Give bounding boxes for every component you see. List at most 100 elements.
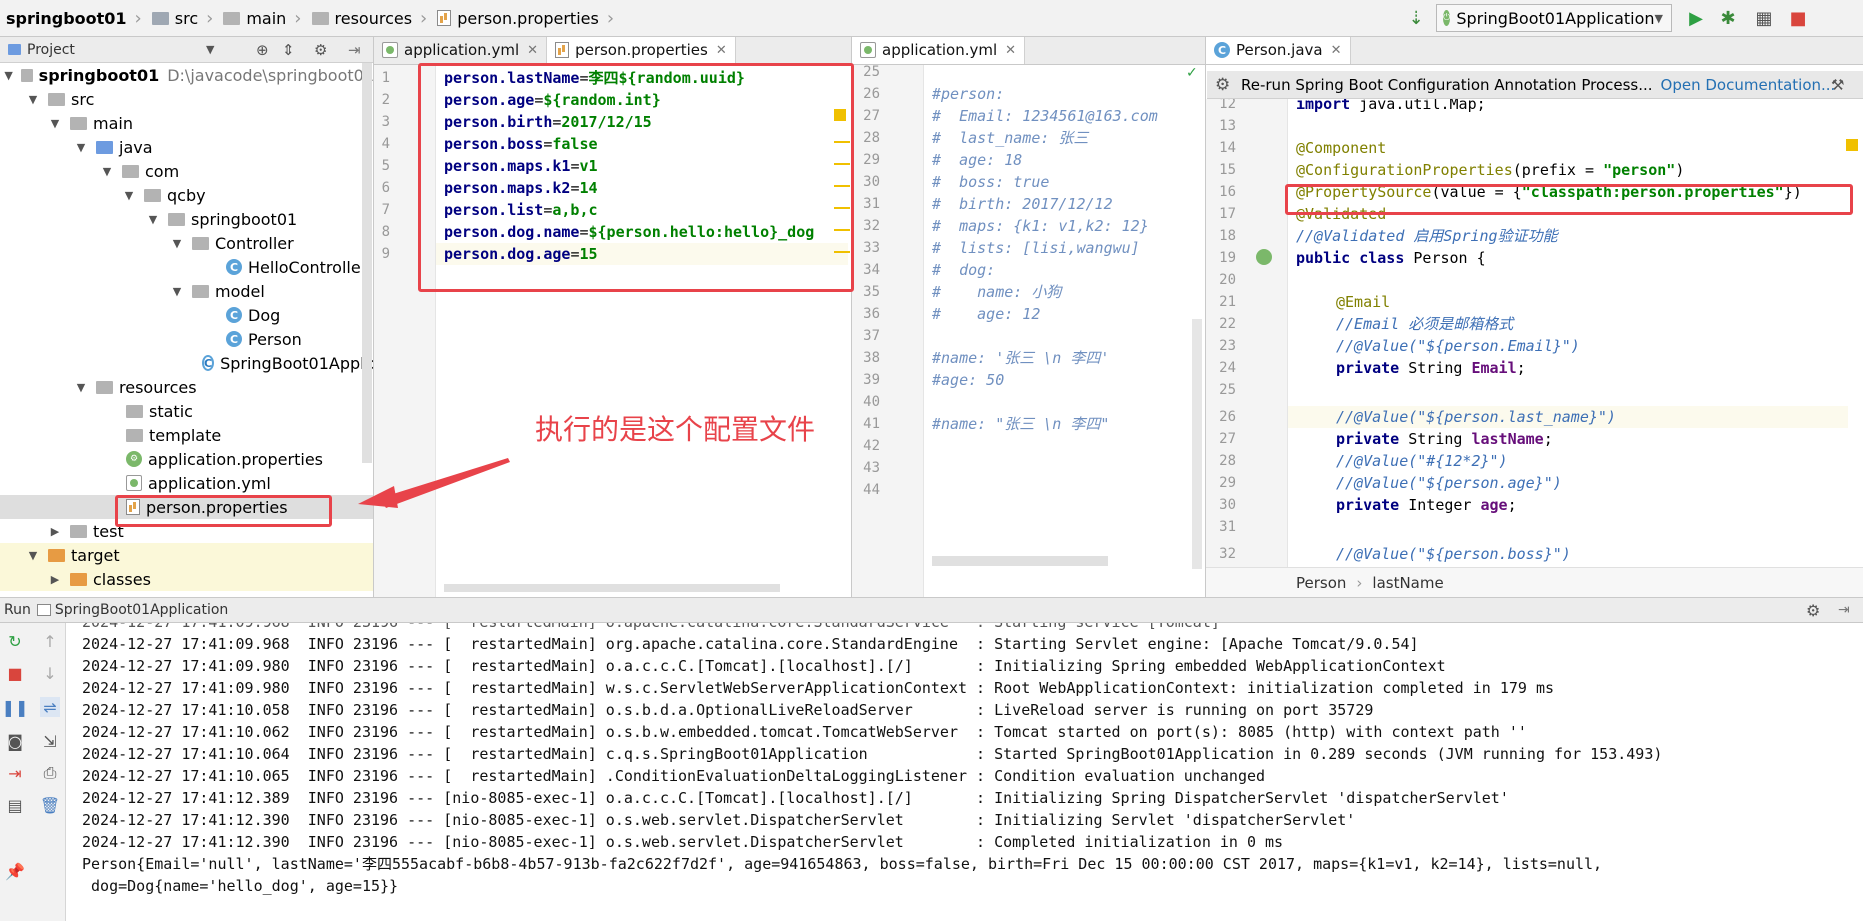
code-line[interactable]: # name: 小狗 [932,281,1061,303]
arrow-down-icon[interactable]: ↓ [40,663,60,683]
code-line[interactable]: private String lastName; [1336,428,1553,450]
warning-stripe[interactable] [834,185,850,187]
run-configuration-select[interactable]: ⏻ SpringBoot01Application ▼ [1436,4,1672,32]
warning-stripe[interactable] [834,207,850,209]
breadcrumb-field[interactable]: lastName [1372,574,1443,592]
tree-item-person-properties[interactable]: person.properties [0,495,373,519]
tree-item-resources[interactable]: ▼ resources [0,375,373,399]
tab-person-java[interactable]: C Person.java ✕ [1206,37,1351,64]
locate-icon[interactable]: ⊕ [256,41,269,59]
vertical-scrollbar[interactable] [1192,319,1202,569]
gear-icon[interactable]: ⚙ [314,41,327,59]
tree-item-target[interactable]: ▼ target [0,543,373,567]
warning-stripe[interactable] [834,229,850,231]
tree-item-controller[interactable]: ▼ Controller [0,231,373,255]
warning-stripe[interactable] [834,163,850,165]
tree-item-application-properties[interactable]: ⚙ application.properties [0,447,373,471]
code-line[interactable]: person.dog.age=15 [444,243,598,265]
close-icon[interactable]: ✕ [716,43,727,58]
code-line[interactable]: person.lastName=李四${random.uuid} [444,67,745,89]
breadcrumb-src[interactable]: src [146,0,202,36]
code-line[interactable]: # lists: [lisi,wangwu] [932,237,1140,259]
tree-item-springboot01-package[interactable]: ▼ springboot01 [0,207,373,231]
code-line[interactable]: @Email [1336,291,1390,313]
pin-icon[interactable]: 📌 [5,861,25,881]
warning-stripe[interactable] [834,251,850,253]
collapse-all-icon[interactable]: ⇕ [282,41,295,59]
code-line[interactable]: # dog: [932,259,995,281]
tree-item-application-yml[interactable]: application.yml [0,471,373,495]
code-line[interactable]: person.boss=false [444,133,598,155]
tab-person-properties[interactable]: person.properties ✕ [547,37,736,64]
warning-indicator[interactable] [834,109,846,121]
camera-icon[interactable]: ◙ [5,731,25,751]
code-line[interactable]: person.list=a,b,c [444,199,598,221]
pause-icon[interactable]: ❚❚ [2,697,29,717]
code-line[interactable]: //@Validated 启用Spring验证功能 [1296,225,1558,247]
breadcrumb-project[interactable]: springboot01 [0,0,131,36]
run-icon[interactable]: ▶ [1686,8,1706,29]
code-line[interactable]: @Validated [1296,203,1386,225]
console-output[interactable]: 2024-12-27 17:41:09.968 INFO 23196 --- [… [66,623,1863,921]
tree-item-person[interactable]: C Person [0,327,373,351]
rerun-icon[interactable]: ↻ [5,631,25,651]
breadcrumb-resources[interactable]: resources [306,0,417,36]
debug-icon[interactable]: ✱ [1718,8,1738,29]
tree-item-com[interactable]: ▼ com [0,159,373,183]
code-line[interactable]: # age: 18 [932,149,1022,171]
tree-item-springboot01application[interactable]: C SpringBoot01Applic [0,351,373,375]
tree-item-static[interactable]: static [0,399,373,423]
coverage-icon[interactable]: ▦ [1754,8,1774,29]
code-line[interactable]: public class Person { [1296,247,1486,269]
close-icon[interactable]: ✕ [1331,43,1342,58]
tree-item-test[interactable]: ▶ test [0,519,373,543]
horizontal-scrollbar[interactable] [932,556,1108,566]
print-icon[interactable]: ⎙ [40,763,60,783]
soft-wrap-icon[interactable]: ⇌ [40,697,60,717]
run-config-label[interactable]: SpringBoot01Application [55,602,228,618]
code-line[interactable]: # birth: 2017/12/12 [932,193,1113,215]
hide-icon[interactable]: ⇥ [1838,602,1850,618]
code-line[interactable]: person.maps.k1=v1 [444,155,598,177]
code-line[interactable]: //Email 必须是邮箱格式 [1336,313,1513,335]
chevron-down-icon[interactable]: ▼ [206,43,214,56]
code-line[interactable]: # age: 12 [932,303,1040,325]
code-line[interactable]: @ConfigurationProperties(prefix = "perso… [1296,159,1684,181]
scrollbar[interactable] [362,63,372,463]
warning-stripe[interactable] [834,141,850,143]
tree-item-classes[interactable]: ▶ classes [0,567,373,591]
update-project-icon[interactable]: ⇣ [1406,8,1426,29]
exit-icon[interactable]: ⇥ [5,763,25,783]
code-line[interactable]: # last_name: 张三 [932,127,1088,149]
stop-icon[interactable]: ■ [1788,8,1808,29]
warning-indicator[interactable] [1846,139,1858,151]
tree-item-qcby[interactable]: ▼ qcby [0,183,373,207]
wrench-icon[interactable]: ⚒ [1831,76,1844,94]
code-line[interactable]: #person: [932,83,1004,105]
code-line[interactable]: //@Value("${person.last_name}") [1336,406,1616,428]
tree-item-model[interactable]: ▼ model [0,279,373,303]
code-line[interactable]: person.birth=2017/12/15 [444,111,652,133]
horizontal-scrollbar[interactable] [444,584,780,592]
code-line[interactable]: person.dog.name=${person.hello:hello}_do… [444,221,814,243]
breadcrumb-file[interactable]: person.properties [431,0,603,36]
code-line[interactable]: person.age=${random.int} [444,89,661,111]
code-line[interactable]: # boss: true [932,171,1049,193]
arrow-up-icon[interactable]: ↑ [40,631,60,651]
code-line[interactable]: @Component [1296,137,1386,159]
open-documentation-link[interactable]: Open Documentation... [1661,76,1836,94]
code-line[interactable]: # maps: {k1: v1,k2: 12} [932,215,1149,237]
breadcrumb-main[interactable]: main [217,0,290,36]
code-line[interactable]: #age: 50 [932,369,1004,391]
code-line[interactable]: //@Value("${person.boss}") [1336,543,1571,565]
stop-icon[interactable]: ■ [5,663,25,683]
tab-application-yml[interactable]: application.yml ✕ [374,37,548,64]
code-line[interactable]: private String Email; [1336,357,1526,379]
tree-item-src[interactable]: ▼ src [0,87,373,111]
code-line[interactable]: //@Value("${person.age}") [1336,472,1562,494]
tree-item-template[interactable]: template [0,423,373,447]
code-line[interactable]: //@Value("#{12*2}") [1336,450,1508,472]
code-line[interactable]: #name: "张三 \n 李四" [932,413,1109,435]
code-line[interactable]: @PropertySource(value = {"classpath:pers… [1296,181,1802,203]
scroll-to-end-icon[interactable]: ⇲ [40,731,60,751]
